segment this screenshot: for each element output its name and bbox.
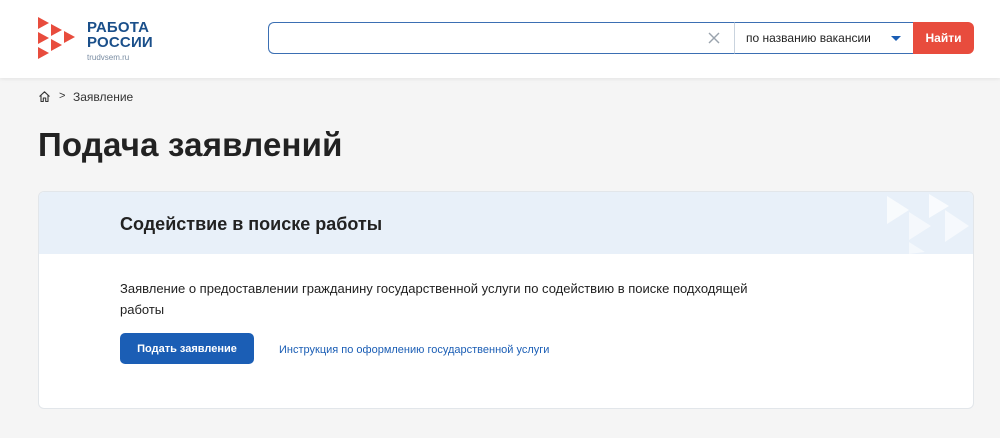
search-bar: по названию вакансии Найти <box>268 22 974 54</box>
logo-site: trudvsem.ru <box>87 53 130 62</box>
logo-line-2: РОССИИ <box>87 34 153 51</box>
home-icon[interactable] <box>38 90 51 103</box>
search-type-value: по названию вакансии <box>746 31 871 45</box>
apply-button[interactable]: Подать заявление <box>120 333 254 364</box>
instruction-link[interactable]: Инструкция по оформлению государственной… <box>279 344 549 356</box>
breadcrumb-separator: > <box>59 90 66 102</box>
logo[interactable]: РАБОТА РОССИИ trudvsem.ru <box>37 15 177 65</box>
site-header: РАБОТА РОССИИ trudvsem.ru по названию ва… <box>0 0 1000 78</box>
search-input[interactable] <box>268 22 734 54</box>
logo-line-1: РАБОТА <box>87 19 150 36</box>
card-title: Содействие в поиске работы <box>120 214 383 234</box>
logo-text: РАБОТА РОССИИ <box>87 20 153 50</box>
decorative-triangles-icon <box>887 194 969 254</box>
card-header: Содействие в поиске работы <box>39 192 973 254</box>
service-card: Содействие в поиске работы Заявление о п… <box>38 191 974 409</box>
close-icon[interactable] <box>706 30 722 46</box>
breadcrumb-current: Заявление <box>73 90 134 104</box>
search-button[interactable]: Найти <box>913 22 974 54</box>
card-description: Заявление о предоставлении гражданину го… <box>120 281 748 317</box>
caret-down-icon <box>891 36 901 41</box>
search-type-select[interactable]: по названию вакансии <box>734 22 914 54</box>
page-title: Подача заявлений <box>38 126 343 163</box>
logo-mark-icon <box>38 17 75 59</box>
